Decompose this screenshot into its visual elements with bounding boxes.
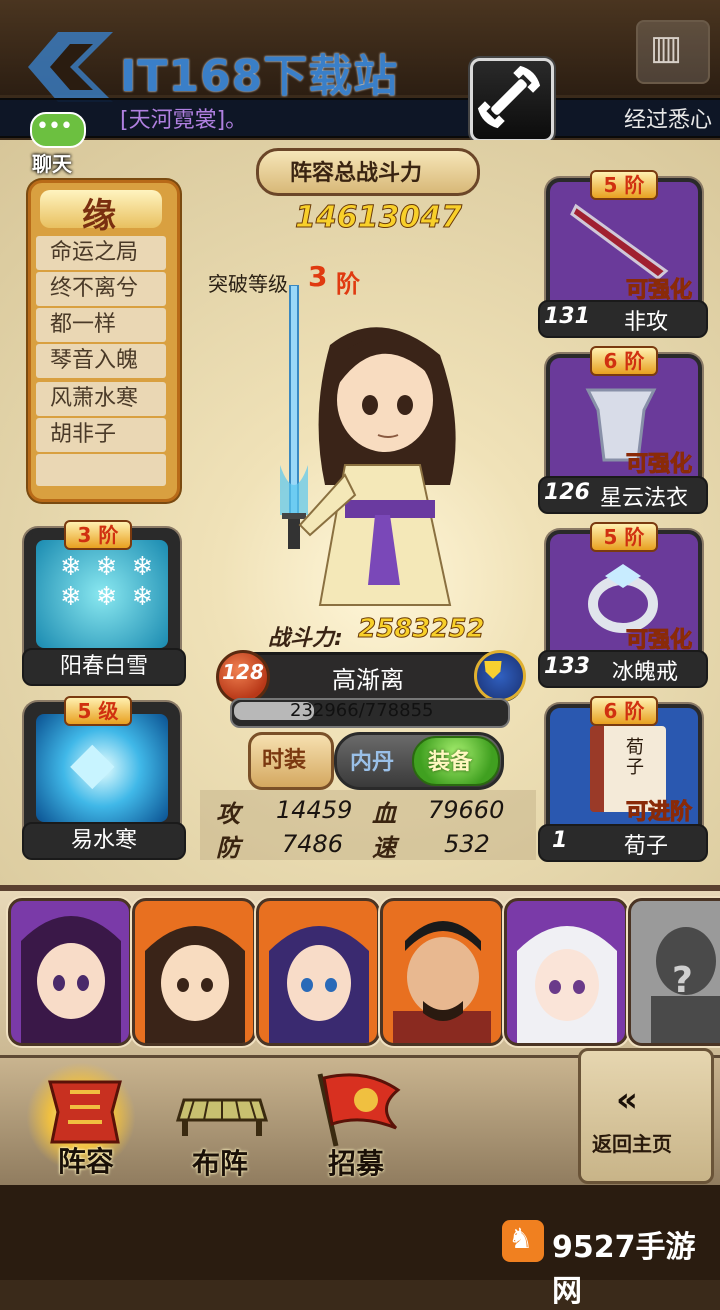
hero-avatar bbox=[269, 926, 369, 1043]
crystal-icon: ◆ bbox=[70, 728, 115, 796]
equip-level: 1 bbox=[552, 828, 568, 853]
marquee-text-right: 经过悉心 bbox=[624, 108, 713, 133]
equip-rank: 6 阶 bbox=[590, 696, 658, 726]
equip-level: 133 bbox=[544, 654, 590, 679]
double-arrow-left-icon: « bbox=[616, 1080, 638, 1120]
fate-item[interactable]: 都一样 bbox=[36, 308, 166, 342]
stat-def-label: 防 bbox=[216, 834, 240, 862]
marquee-text-left: [天河霓裳]。 bbox=[120, 108, 248, 133]
hero-slot-selected[interactable] bbox=[132, 898, 256, 1046]
fate-title: 缘 bbox=[82, 196, 116, 236]
equip-level: 131 bbox=[544, 304, 590, 329]
hero-avatar bbox=[393, 921, 491, 1043]
announcement-marquee bbox=[0, 98, 720, 138]
fate-item[interactable]: 命运之局 bbox=[36, 236, 166, 270]
skill-name: 易水寒 bbox=[22, 822, 186, 860]
nav-formation[interactable]: 布阵 bbox=[192, 1142, 248, 1182]
exp-text: 232966/778855 bbox=[290, 700, 434, 721]
armor-icon[interactable] bbox=[40, 1072, 130, 1150]
upgrade-tag: 可强化 bbox=[625, 452, 693, 478]
hero-avatar bbox=[21, 916, 121, 1043]
equip-name: 冰魄戒 bbox=[612, 660, 679, 685]
corner-button-icon: ▥ bbox=[650, 28, 683, 68]
equip-name: 荀子 bbox=[624, 834, 669, 859]
hero-avatar bbox=[145, 926, 245, 1043]
skill-rank: 5 级 bbox=[64, 696, 132, 726]
hero-slot[interactable] bbox=[8, 898, 132, 1046]
hero-name: 高渐离 bbox=[332, 666, 404, 694]
stat-hp-value: 79660 bbox=[428, 796, 505, 824]
book-title: 荀子 bbox=[626, 737, 644, 778]
stat-hp-label: 血 bbox=[372, 800, 396, 828]
equip-rank: 5 阶 bbox=[590, 522, 658, 552]
watermark-text: IT168下载站 bbox=[120, 51, 399, 102]
hero-avatar bbox=[517, 926, 617, 1043]
hero-power-value: 2583252 bbox=[358, 614, 486, 645]
equip-rank: 6 阶 bbox=[590, 346, 658, 376]
tab-fashion-label: 时装 bbox=[262, 748, 307, 773]
fate-item-empty bbox=[36, 454, 166, 486]
fate-item[interactable]: 胡非子 bbox=[36, 418, 166, 452]
back-to-home-button[interactable] bbox=[578, 1048, 714, 1184]
shield-glyph: ⛊ bbox=[484, 656, 502, 684]
hero-level: 128 bbox=[222, 660, 264, 684]
board-icon[interactable] bbox=[174, 1080, 270, 1140]
settings-button[interactable] bbox=[470, 58, 554, 142]
nav-lineup[interactable]: 阵容 bbox=[58, 1140, 114, 1180]
stat-atk-value: 14459 bbox=[276, 796, 353, 824]
tab-neidan[interactable]: 内丹 bbox=[350, 744, 394, 776]
flag-icon[interactable] bbox=[306, 1068, 406, 1148]
fate-item[interactable]: 风萧水寒 bbox=[36, 382, 166, 416]
snowflake-icon: ❄❄❄ ❄❄❄ bbox=[60, 552, 168, 612]
chat-label: 聊天 bbox=[32, 152, 72, 176]
back-to-home-label: 返回主页 bbox=[592, 1132, 672, 1156]
nav-recruit[interactable]: 招募 bbox=[328, 1142, 384, 1182]
equip-name: 非攻 bbox=[624, 310, 669, 335]
fate-item[interactable]: 终不离兮 bbox=[36, 272, 166, 306]
question-mark-icon: ? bbox=[672, 960, 693, 1001]
hero-power-label: 战斗力: bbox=[268, 626, 343, 651]
skill-name: 阳春白雪 bbox=[22, 648, 186, 686]
team-power-title: 阵容总战斗力 bbox=[290, 161, 423, 186]
team-power-value: 14613047 bbox=[295, 200, 463, 236]
stat-atk-label: 攻 bbox=[216, 800, 240, 828]
equip-level: 126 bbox=[544, 480, 590, 505]
footer-text: 9527手游网 bbox=[552, 1230, 696, 1309]
horse-glyph: ♞ bbox=[508, 1222, 534, 1255]
tab-equip-label: 装备 bbox=[428, 750, 473, 775]
wrench-icon bbox=[477, 65, 541, 129]
fate-item[interactable]: 琴音入魄 bbox=[36, 344, 166, 378]
hero-portrait[interactable] bbox=[250, 285, 490, 615]
hero-slot[interactable] bbox=[504, 898, 628, 1046]
skill-rank: 3 阶 bbox=[64, 520, 132, 550]
stat-spd-label: 速 bbox=[372, 834, 396, 862]
equip-rank: 5 阶 bbox=[590, 170, 658, 200]
chat-dots: ••• bbox=[36, 114, 73, 139]
hero-slot[interactable] bbox=[256, 898, 380, 1046]
equip-name: 星云法衣 bbox=[600, 486, 689, 511]
upgrade-tag: 可进阶 bbox=[625, 800, 693, 826]
hero-slot[interactable] bbox=[380, 898, 504, 1046]
stat-spd-value: 532 bbox=[444, 830, 490, 858]
stat-def-value: 7486 bbox=[282, 830, 344, 858]
